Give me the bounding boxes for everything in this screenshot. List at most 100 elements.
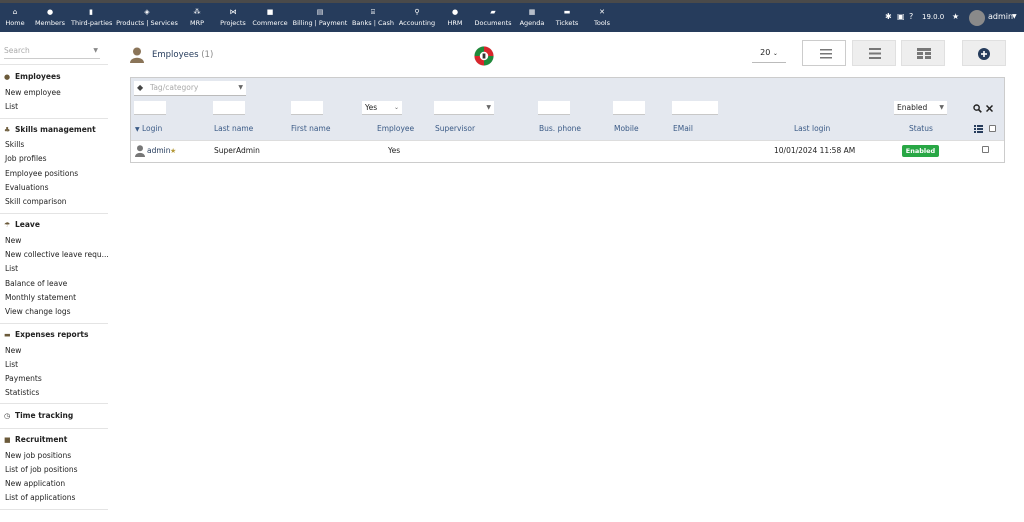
menu-link-new-employee[interactable]: New employee — [5, 86, 61, 100]
topnav-tools[interactable]: ✕ Tools — [591, 7, 613, 31]
tag-category-select[interactable]: ◆ Tag/category ▼ — [134, 81, 246, 96]
topnav-billing-payment[interactable]: ▤ Billing | Payment — [292, 7, 348, 31]
menu-link-statistics[interactable]: Statistics — [5, 386, 39, 400]
print-icon[interactable]: ▣ — [897, 10, 905, 24]
column-header-employee[interactable]: Employee — [377, 124, 414, 134]
search-input[interactable]: Search ▼ — [4, 44, 100, 59]
menu-link-job-profiles[interactable]: Job profiles — [5, 152, 47, 166]
search-dollar-icon: ⚲ — [414, 8, 420, 16]
filter-employee-select[interactable]: Yes ⌄ — [362, 101, 402, 115]
column-header-last-login[interactable]: Last login — [794, 124, 830, 134]
filter-supervisor-select[interactable]: ▼ — [434, 101, 494, 115]
row-select-checkbox[interactable] — [982, 146, 989, 153]
filter-status-select[interactable]: Enabled ▼ — [894, 101, 947, 115]
topnav-banks-cash[interactable]: ⌸ Banks | Cash — [351, 7, 395, 31]
menu-title-expenses-reports[interactable]: ▬ Expenses reports — [4, 328, 88, 342]
menu-link-evaluations[interactable]: Evaluations — [5, 181, 48, 195]
topnav-agenda[interactable]: ▦ Agenda — [518, 7, 546, 31]
menu-link-leave-list[interactable]: List — [5, 262, 18, 276]
column-header-status[interactable]: Status — [909, 124, 933, 134]
filter-lastname-input[interactable] — [213, 101, 245, 115]
filter-login-input[interactable] — [134, 101, 166, 115]
bookmark-star-icon[interactable]: ★ — [952, 10, 959, 24]
topnav-products-services[interactable]: ◈ Products | Services — [116, 7, 178, 31]
record-count: (1) — [201, 50, 214, 60]
building-icon: ▮ — [89, 8, 93, 16]
topnav-mrp[interactable]: ⁂ MRP — [187, 7, 207, 31]
clear-filter-icon[interactable] — [986, 105, 993, 112]
view-compact-list-button[interactable] — [852, 40, 896, 66]
select-all-checkbox[interactable] — [989, 125, 996, 132]
employee-lastname: SuperAdmin — [214, 146, 260, 155]
menu-link-employee-positions[interactable]: Employee positions — [5, 167, 78, 181]
employee-flag: Yes — [388, 146, 401, 155]
menu-title-employees[interactable]: ● Employees — [4, 70, 61, 84]
employee-login-link[interactable]: admin — [147, 145, 171, 157]
compact-list-icon — [869, 48, 881, 59]
menu-title-recruitment[interactable]: ■ Recruitment — [4, 433, 67, 447]
menu-link-list-of-applications[interactable]: List of applications — [5, 491, 75, 505]
menu-link-list-of-job-positions[interactable]: List of job positions — [5, 463, 78, 477]
menu-link-skill-comparison[interactable]: Skill comparison — [5, 195, 67, 209]
topnav-home[interactable]: ⌂ Home — [4, 7, 26, 31]
chevron-down-icon: ⌄ — [393, 104, 399, 111]
briefcase-icon: ■ — [4, 436, 11, 444]
members-icon: ● — [46, 8, 54, 16]
view-list-button[interactable] — [802, 40, 846, 66]
divider — [131, 140, 1004, 141]
company-logo — [474, 46, 494, 66]
bug-icon[interactable]: ✱ — [885, 10, 892, 24]
menu-link-payments[interactable]: Payments — [5, 372, 42, 386]
menu-link-skills[interactable]: Skills — [5, 138, 24, 152]
help-icon[interactable]: ? — [909, 10, 913, 24]
topnav-commerce[interactable]: ■ Commerce — [252, 7, 288, 31]
wallet-icon: ▬ — [4, 331, 11, 339]
topnav-documents[interactable]: ▰ Documents — [474, 7, 512, 31]
avatar[interactable] — [969, 10, 985, 26]
menu-link-expense-list[interactable]: List — [5, 358, 18, 372]
column-header-firstname[interactable]: First name — [291, 124, 330, 134]
column-header-lastname[interactable]: Last name — [214, 124, 253, 134]
user-menu[interactable]: admin — [988, 10, 1013, 24]
list-icon — [820, 49, 832, 59]
filter-firstname-input[interactable] — [291, 101, 323, 115]
menu-link-new-leave[interactable]: New — [5, 234, 21, 248]
topnav-tickets[interactable]: ▬ Tickets — [554, 7, 580, 31]
column-header-supervisor[interactable]: Supervisor — [435, 124, 475, 134]
menu-link-view-change-logs[interactable]: View change logs — [5, 305, 71, 319]
topnav-third-parties[interactable]: ▮ Third-parties — [71, 7, 112, 31]
menu-link-balance-of-leave[interactable]: Balance of leave — [5, 277, 67, 291]
view-kanban-button[interactable] — [901, 40, 945, 66]
menu-title-time-tracking[interactable]: ◷ Time tracking — [4, 409, 73, 423]
page-title: Employees (1) — [152, 50, 214, 60]
search-icon[interactable] — [973, 104, 982, 113]
menu-link-new-collective-leave[interactable]: New collective leave requ... — [5, 248, 109, 262]
column-header-bus-phone[interactable]: Bus. phone — [539, 124, 581, 134]
menu-link-monthly-statement[interactable]: Monthly statement — [5, 291, 76, 305]
column-header-login[interactable]: ▼ Login — [135, 124, 162, 135]
column-header-mobile[interactable]: Mobile — [614, 124, 639, 134]
add-employee-button[interactable] — [962, 40, 1006, 66]
menu-link-employee-list[interactable]: List — [5, 100, 18, 114]
menu-link-new-application[interactable]: New application — [5, 477, 65, 491]
topnav-hrm[interactable]: ● HRM — [444, 7, 466, 31]
page-size-select[interactable]: 20 ⌄ — [752, 44, 786, 63]
cube-icon: ◈ — [144, 8, 150, 16]
filter-email-input[interactable] — [672, 101, 718, 115]
filter-mobile-input[interactable] — [613, 101, 645, 115]
chevron-down-icon: ▼ — [93, 47, 98, 54]
topnav-accounting[interactable]: ⚲ Accounting — [398, 7, 436, 31]
topnav-projects[interactable]: ⋈ Projects — [218, 7, 248, 31]
menu-link-new-job-positions[interactable]: New job positions — [5, 449, 71, 463]
user-tie-icon: ● — [451, 8, 459, 16]
chevron-down-icon[interactable]: ▼ — [1012, 10, 1017, 24]
invoice-icon: ▤ — [316, 8, 324, 16]
column-header-email[interactable]: EMail — [673, 124, 693, 134]
topnav-members[interactable]: ● Members — [34, 7, 66, 31]
user-icon: ● — [4, 73, 11, 81]
filter-bus-phone-input[interactable] — [538, 101, 570, 115]
menu-link-new-expense-report[interactable]: New — [5, 344, 21, 358]
menu-title-leave[interactable]: ☂ Leave — [4, 218, 40, 232]
column-selector-icon[interactable] — [974, 125, 983, 133]
menu-title-skills[interactable]: ♣ Skills management — [4, 123, 96, 137]
